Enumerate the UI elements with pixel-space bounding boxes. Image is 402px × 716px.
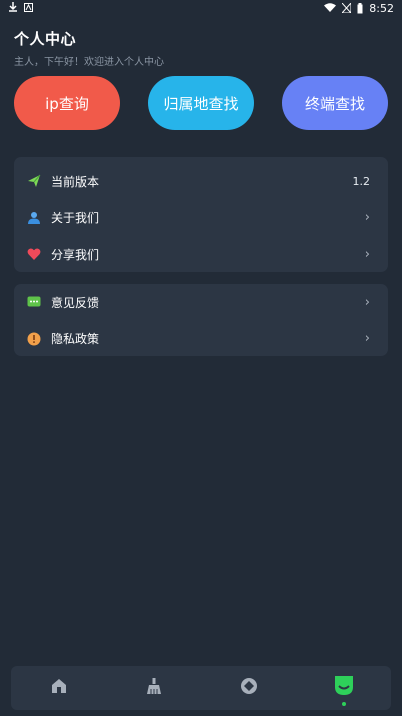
target-icon bbox=[240, 677, 258, 699]
support-card: 意见反馈 › 隐私政策 › bbox=[14, 284, 388, 356]
chevron-right-icon: › bbox=[364, 210, 370, 226]
feedback-label: 意见反馈 bbox=[51, 295, 100, 310]
share-us-row[interactable]: 分享我们 › bbox=[14, 236, 388, 273]
status-time: 8:52 bbox=[369, 1, 394, 15]
about-us-row[interactable]: 关于我们 › bbox=[14, 200, 388, 237]
status-bar: 8:52 bbox=[0, 0, 402, 16]
home-icon bbox=[50, 677, 68, 699]
share-us-label: 分享我们 bbox=[51, 247, 100, 262]
chat-bubble-icon bbox=[26, 294, 42, 310]
settings-card: 当前版本 1.2 关于我们 › 分享我们 › bbox=[14, 157, 388, 272]
terminal-lookup-button[interactable]: 终端查找 bbox=[282, 76, 388, 130]
action-buttons: ip查询 归属地查找 终端查找 bbox=[14, 76, 388, 130]
ip-query-button[interactable]: ip查询 bbox=[14, 76, 120, 130]
bottom-tab-bar bbox=[11, 666, 391, 710]
tab-profile[interactable] bbox=[314, 666, 374, 710]
user-icon bbox=[26, 210, 42, 226]
chevron-right-icon: › bbox=[364, 246, 370, 262]
chevron-right-icon: › bbox=[364, 294, 370, 310]
alert-circle-icon bbox=[26, 331, 42, 347]
privacy-policy-label: 隐私政策 bbox=[51, 332, 100, 347]
tab-discover[interactable] bbox=[219, 666, 279, 710]
tab-home[interactable] bbox=[29, 666, 89, 710]
header: 个人中心 主人，下午好！欢迎进入个人中心 bbox=[14, 28, 164, 68]
tab-clean[interactable] bbox=[124, 666, 184, 710]
wifi-icon bbox=[324, 3, 337, 13]
profile-icon bbox=[334, 675, 354, 701]
current-version-label: 当前版本 bbox=[51, 174, 100, 189]
page-title: 个人中心 bbox=[14, 30, 77, 48]
paper-plane-icon bbox=[26, 173, 42, 189]
chevron-right-icon: › bbox=[364, 331, 370, 347]
privacy-policy-row[interactable]: 隐私政策 › bbox=[14, 321, 388, 358]
battery-icon bbox=[357, 2, 363, 14]
active-indicator-dot bbox=[341, 702, 346, 706]
feedback-row[interactable]: 意见反馈 › bbox=[14, 284, 388, 321]
greeting-text: 主人，下午好！欢迎进入个人中心 bbox=[14, 57, 164, 68]
no-signal-icon bbox=[342, 3, 352, 13]
about-us-label: 关于我们 bbox=[51, 211, 100, 226]
current-version-row: 当前版本 1.2 bbox=[14, 163, 388, 200]
version-value: 1.2 bbox=[352, 174, 371, 188]
broom-icon bbox=[145, 677, 163, 699]
region-lookup-button[interactable]: 归属地查找 bbox=[148, 76, 254, 130]
heart-icon bbox=[26, 246, 42, 262]
app-notification-icon bbox=[24, 2, 33, 15]
download-icon bbox=[8, 1, 18, 15]
